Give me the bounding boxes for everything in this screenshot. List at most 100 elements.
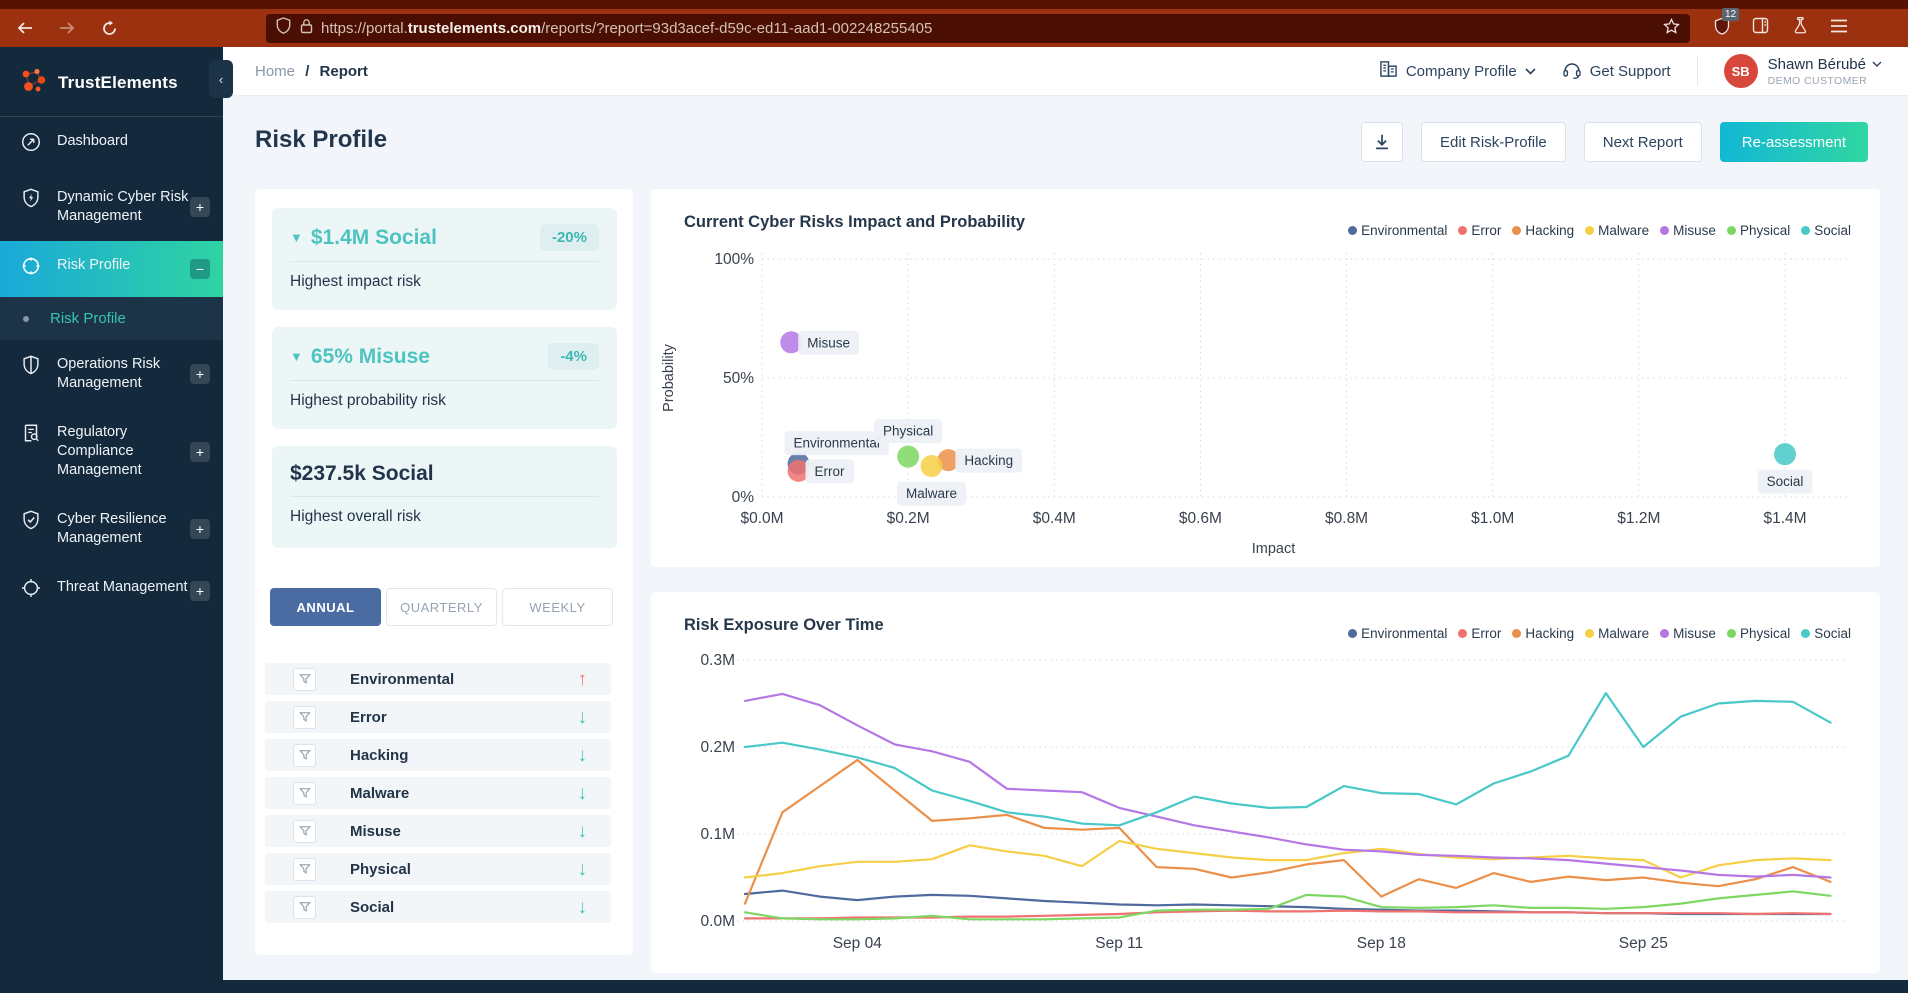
get-support-button[interactable]: Get Support (1562, 60, 1671, 83)
risk-row-social[interactable]: Social ↓ (265, 891, 611, 923)
bookmark-star-icon[interactable] (1663, 17, 1680, 39)
avatar: SB (1723, 54, 1758, 88)
url-bar[interactable]: https://portal.trustelements.com/reports… (266, 13, 1690, 43)
filter-funnel-icon[interactable] (293, 895, 316, 919)
svg-text:Probability: Probability (661, 343, 677, 411)
svg-text:Sep 25: Sep 25 (1619, 935, 1668, 952)
svg-text:Social: Social (1767, 474, 1804, 489)
dashboard-icon (20, 131, 44, 158)
trustelements-logo-icon (18, 65, 48, 100)
sidebar-item-dashboard[interactable]: Dashboard (0, 117, 223, 173)
breadcrumb-home-link[interactable]: Home (255, 63, 295, 80)
card-value: $1.4M Social (310, 225, 437, 249)
sidebar-item-cyber-resilience-management[interactable]: Cyber Resilience Management + (0, 495, 223, 563)
sidebar-item-threat-management[interactable]: Threat Management + (0, 563, 223, 619)
sidebar-item-operations-risk-management[interactable]: Operations Risk Management + (0, 340, 223, 408)
sidebar: TrustElements Dashboard Dynamic Cyber Ris… (0, 47, 223, 993)
download-icon (1376, 134, 1388, 150)
edit-risk-profile-button[interactable]: Edit Risk-Profile (1421, 122, 1566, 162)
topbar: Home / Report Company Profile Get Suppor… (223, 47, 1908, 96)
sidebar-subitem-risk-profile[interactable]: Risk Profile (0, 297, 223, 340)
expand-plus-button[interactable]: + (190, 441, 210, 462)
get-support-label: Get Support (1589, 62, 1671, 80)
risk-row-label: Environmental (350, 670, 455, 688)
expand-plus-button[interactable]: + (190, 581, 210, 601)
risk-row-malware[interactable]: Malware ↓ (265, 777, 611, 809)
line-chart-card: Risk Exposure Over Time Environmental Err… (651, 592, 1880, 973)
filter-funnel-icon[interactable] (293, 819, 316, 843)
building-icon (1379, 60, 1398, 82)
download-report-button[interactable] (1361, 122, 1404, 162)
sidebar-nav: Dashboard Dynamic Cyber Risk Management + R… (0, 117, 223, 619)
risk-row-environmental[interactable]: Environmental ↑ (265, 663, 611, 695)
back-icon[interactable] (8, 14, 42, 42)
summary-card: ▼ 65% Misuse -4% Highest probability risk (272, 327, 617, 429)
reader-panel-icon[interactable] (1752, 17, 1769, 39)
risk-row-hacking[interactable]: Hacking ↓ (265, 739, 611, 771)
scatter-chart-card: Current Cyber Risks Impact and Probabili… (651, 189, 1880, 567)
tab-weekly[interactable]: WEEKLY (502, 588, 613, 626)
expand-plus-button[interactable]: + (190, 197, 210, 217)
breadcrumb-current: Report (319, 62, 368, 80)
risk-row-error[interactable]: Error ↓ (265, 701, 611, 733)
lock-icon[interactable] (300, 18, 313, 39)
extension-shield-icon[interactable]: 12 (1714, 7, 1740, 40)
shield-bolt-icon (20, 187, 44, 214)
sidebar-item-risk-profile[interactable]: Risk Profile − (0, 241, 223, 297)
filter-funnel-icon[interactable] (293, 781, 316, 805)
card-change-badge: -20% (539, 224, 599, 251)
page-title: Risk Profile (255, 126, 388, 153)
tab-annual[interactable]: ANNUAL (270, 588, 381, 626)
sidebar-item-regulatory-compliance-management[interactable]: Regulatory Compliance Management + (0, 408, 223, 495)
svg-text:$0.4M: $0.4M (1033, 510, 1076, 527)
reload-icon[interactable] (92, 14, 126, 42)
sidebar-item-label: Dashboard (57, 133, 128, 149)
sidebar-collapse-button[interactable]: ‹ (209, 60, 233, 98)
scatter-chart: $0.0M $0.2M $0.4M $0.6M $0.8M $1.0M $1.2M $1.4M… (661, 251, 1847, 557)
svg-text:50%: 50% (723, 370, 754, 387)
collapse-minus-button[interactable]: − (190, 259, 210, 279)
tab-quarterly[interactable]: QUARTERLY (386, 588, 497, 626)
company-profile-menu[interactable]: Company Profile (1379, 60, 1536, 82)
trend-down-arrow-icon: ↓ (577, 896, 588, 918)
next-report-button[interactable]: Next Report (1583, 122, 1702, 162)
risk-row-label: Physical (350, 860, 411, 878)
filter-funnel-icon[interactable] (293, 857, 316, 881)
card-value: 65% Misuse (310, 344, 430, 368)
card-divider (290, 496, 599, 497)
page-actions: Edit Risk-Profile Next Report Re-assessm… (1361, 122, 1868, 162)
risk-row-label: Error (350, 708, 387, 726)
filter-funnel-icon[interactable] (293, 705, 316, 729)
brand[interactable]: TrustElements (0, 47, 223, 116)
card-caption: Highest probability risk (290, 392, 446, 409)
reassessment-button[interactable]: Re-assessment (1719, 122, 1868, 162)
risk-row-physical[interactable]: Physical ↓ (265, 853, 611, 885)
filter-funnel-icon[interactable] (293, 743, 316, 767)
expand-plus-button[interactable]: + (190, 519, 210, 539)
svg-text:Physical: Physical (883, 424, 933, 439)
sidebar-item-dynamic-cyber-risk-management[interactable]: Dynamic Cyber Risk Management + (0, 173, 223, 241)
svg-text:Misuse: Misuse (807, 335, 850, 350)
forward-icon[interactable] (50, 14, 84, 42)
risk-row-misuse[interactable]: Misuse ↓ (265, 815, 611, 847)
svg-text:Error: Error (815, 464, 846, 479)
period-tabs: ANNUAL QUARTERLY WEEKLY (270, 588, 613, 626)
filter-funnel-icon[interactable] (293, 667, 316, 691)
risk-category-list: Environmental ↑ Error ↓ Hacking ↓ Malware ↓ Misu… (265, 663, 611, 929)
chevron-down-icon (1872, 61, 1882, 67)
extension-badge: 12 (1722, 7, 1740, 21)
trend-down-arrow-icon: ↓ (577, 706, 588, 728)
svg-text:0%: 0% (732, 489, 755, 506)
trend-down-caret-icon: ▼ (290, 230, 303, 245)
bullet-icon (23, 315, 29, 322)
sidebar-item-label: Cyber Resilience Management (57, 511, 167, 546)
expand-plus-button[interactable]: + (190, 364, 210, 384)
tracking-shield-icon[interactable] (276, 17, 291, 39)
user-name: Shawn Bérubé (1767, 55, 1866, 73)
pocket-save-icon[interactable] (1791, 16, 1808, 40)
user-menu[interactable]: SB Shawn Bérubé DEMO CUSTOMER (1723, 54, 1882, 88)
card-divider (290, 380, 599, 381)
svg-text:Impact: Impact (1252, 541, 1296, 557)
menu-hamburger-icon[interactable] (1830, 19, 1848, 38)
svg-text:$1.2M: $1.2M (1617, 510, 1660, 527)
